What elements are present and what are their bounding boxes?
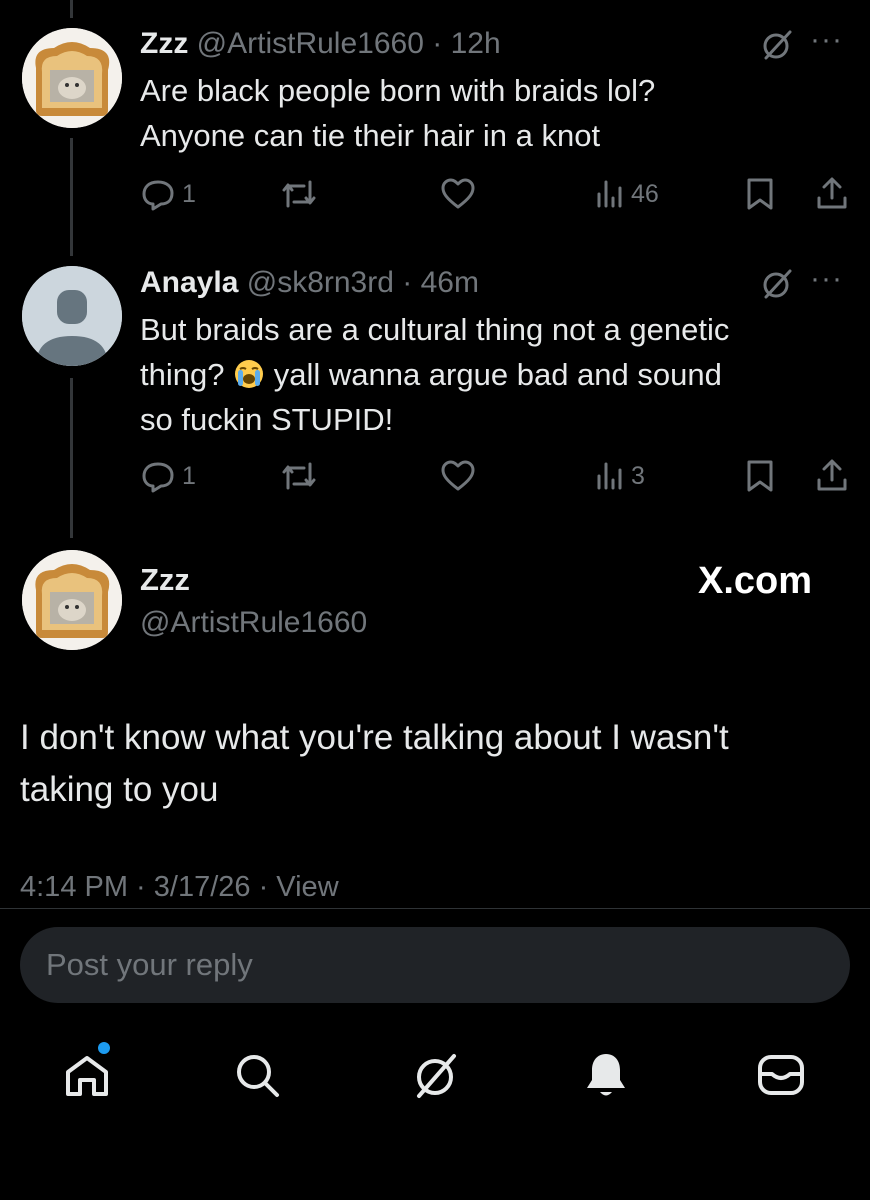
home-icon[interactable] bbox=[63, 1050, 111, 1098]
bookmark-button[interactable] bbox=[745, 174, 775, 214]
heart-icon bbox=[441, 460, 475, 491]
tweet-text-line: But braids are a cultural thing not a ge… bbox=[140, 312, 730, 347]
grok-icon[interactable] bbox=[410, 1050, 462, 1102]
heart-icon bbox=[441, 178, 475, 209]
mail-icon[interactable] bbox=[756, 1052, 806, 1098]
tweet-text: thing? bbox=[140, 357, 225, 392]
more-options-button[interactable]: ··· bbox=[810, 25, 843, 55]
reply-button[interactable]: 1 bbox=[140, 456, 196, 496]
divider bbox=[0, 908, 870, 909]
main-author-name[interactable]: Zzz bbox=[140, 562, 190, 598]
reply-icon bbox=[142, 462, 174, 493]
reply-input[interactable]: Post your reply bbox=[20, 927, 850, 1003]
thread-line-1 bbox=[70, 138, 73, 256]
view-count: 3 bbox=[631, 461, 645, 490]
share-icon bbox=[817, 177, 847, 209]
author-name[interactable]: Anayla bbox=[140, 266, 238, 299]
tweet-text: yall wanna argue bad and sound bbox=[273, 357, 722, 392]
main-tweet-body: I don't know what you're talking about I… bbox=[20, 712, 860, 816]
thread-line-top bbox=[70, 0, 73, 18]
tweet-1-header: Zzz @ArtistRule1660 · 12h bbox=[140, 26, 501, 62]
share-icon bbox=[817, 459, 847, 491]
avatar[interactable] bbox=[22, 550, 122, 650]
tweet-2-actions: 1 3 bbox=[140, 456, 852, 496]
reply-icon bbox=[142, 180, 174, 211]
repost-icon bbox=[282, 462, 316, 490]
reply-count: 1 bbox=[182, 179, 196, 208]
tweet-1-actions: 1 46 bbox=[140, 174, 852, 214]
share-button[interactable] bbox=[815, 456, 849, 496]
timestamp[interactable]: 46m bbox=[421, 266, 479, 299]
share-button[interactable] bbox=[815, 174, 849, 214]
repost-button[interactable] bbox=[280, 174, 318, 214]
view-count: 46 bbox=[631, 179, 659, 208]
main-author-handle[interactable]: @ArtistRule1660 bbox=[140, 606, 367, 640]
cat-toast-image bbox=[22, 28, 122, 128]
tweet-text-line: so fuckin STUPID! bbox=[140, 402, 394, 437]
views-icon bbox=[597, 462, 622, 490]
tweet-meta[interactable]: 4:14 PM · 3/17/26 · View bbox=[20, 871, 339, 904]
notification-dot bbox=[98, 1042, 110, 1054]
author-handle[interactable]: @ArtistRule1660 bbox=[197, 27, 424, 60]
bookmark-icon bbox=[747, 460, 773, 492]
bookmark-button[interactable] bbox=[745, 456, 775, 496]
author-name[interactable]: Zzz bbox=[140, 27, 188, 60]
bell-icon[interactable] bbox=[583, 1050, 629, 1100]
like-button[interactable] bbox=[440, 174, 476, 214]
tweet-text-line: I don't know what you're talking about I… bbox=[20, 718, 729, 757]
bookmark-icon bbox=[747, 178, 773, 210]
search-icon[interactable] bbox=[234, 1052, 282, 1100]
avatar[interactable] bbox=[22, 266, 122, 366]
more-options-button[interactable]: ··· bbox=[810, 264, 843, 294]
thread-line-2 bbox=[70, 378, 73, 538]
author-handle[interactable]: @sk8rn3rd bbox=[247, 266, 394, 299]
views-button[interactable]: 3 bbox=[595, 456, 645, 496]
views-button[interactable]: 46 bbox=[595, 174, 659, 214]
default-avatar-image bbox=[22, 266, 122, 366]
timestamp[interactable]: 12h bbox=[451, 27, 501, 60]
views-icon bbox=[597, 180, 622, 208]
grok-icon[interactable] bbox=[760, 28, 794, 62]
repost-icon bbox=[282, 180, 316, 208]
separator: · bbox=[402, 266, 413, 299]
reply-placeholder: Post your reply bbox=[46, 947, 253, 982]
loudly-crying-face-icon bbox=[235, 360, 264, 388]
reply-count: 1 bbox=[182, 461, 196, 490]
bottom-nav bbox=[0, 1030, 870, 1130]
tweet-text-line: Are black people born with braids lol? bbox=[140, 73, 656, 108]
repost-button[interactable] bbox=[280, 456, 318, 496]
reply-button[interactable]: 1 bbox=[140, 174, 196, 214]
tweet-1-body: Are black people born with braids lol? A… bbox=[140, 68, 830, 158]
tweet-text-line: thing? yall wanna argue bad and sound bbox=[140, 352, 830, 397]
tweet-text-line: taking to you bbox=[20, 770, 219, 809]
like-button[interactable] bbox=[440, 456, 476, 496]
grok-icon[interactable] bbox=[760, 267, 794, 301]
avatar[interactable] bbox=[22, 28, 122, 128]
tweet-2-body: But braids are a cultural thing not a ge… bbox=[140, 307, 830, 442]
tweet-text-line: Anyone can tie their hair in a knot bbox=[140, 118, 601, 153]
x-watermark: X.com bbox=[698, 560, 813, 602]
separator: · bbox=[432, 27, 443, 60]
cat-toast-image bbox=[22, 550, 122, 650]
tweet-2-header: Anayla @sk8rn3rd · 46m bbox=[140, 265, 479, 301]
